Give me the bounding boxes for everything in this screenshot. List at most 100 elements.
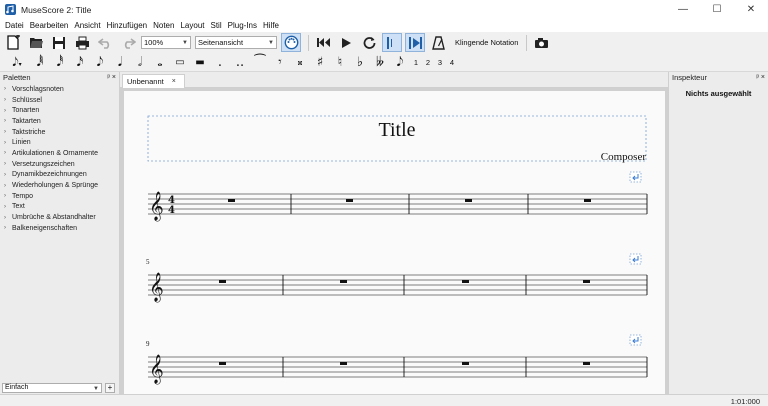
whole-rest[interactable] — [346, 199, 353, 202]
palette-item[interactable]: › Taktstriche — [0, 127, 119, 138]
workspace-select[interactable]: Einfach ▼ — [2, 382, 102, 393]
palette-item[interactable]: › Wiederholungen & Sprünge — [0, 180, 119, 191]
concert-pitch-toggle[interactable]: Klingende Notation — [455, 38, 518, 47]
score-tab[interactable]: Unbenannt × — [122, 74, 185, 88]
inspector-header-controls[interactable]: ᵖ × — [756, 74, 765, 81]
play-button[interactable] — [336, 33, 356, 52]
staff-system-1[interactable]: 𝄞 4 4 — [148, 191, 648, 221]
whole-rest[interactable] — [340, 280, 347, 283]
loop-in-out-button[interactable] — [382, 33, 402, 52]
chevron-right-icon: › — [4, 225, 6, 232]
whole-rest[interactable] — [465, 199, 472, 202]
loop-button[interactable] — [359, 33, 379, 52]
whole-rest[interactable] — [340, 362, 347, 365]
midi-input-button[interactable] — [281, 33, 301, 52]
palette-header-controls[interactable]: ᵖ × — [107, 74, 116, 81]
whole-rest[interactable] — [584, 199, 591, 202]
natural-button[interactable]: ♮ — [330, 53, 350, 71]
voice-3-button[interactable]: 3 — [434, 58, 446, 67]
palette-item[interactable]: › Tonarten — [0, 105, 119, 116]
whole-rest[interactable] — [228, 199, 235, 202]
palette-item[interactable]: › Schlüssel — [0, 95, 119, 106]
maximize-button[interactable]: ☐ — [700, 0, 734, 19]
staff-system-2[interactable]: 5 𝄞 — [146, 258, 648, 302]
flip-direction-button[interactable]: 𝅘𝅥𝅮 — [390, 53, 410, 71]
treble-clef-icon[interactable]: 𝄞 — [149, 354, 164, 384]
image-capture-button[interactable] — [531, 33, 551, 52]
duration-longa-button[interactable]: ▬ — [190, 53, 210, 71]
whole-rest[interactable] — [583, 362, 590, 365]
note-input-mode-button[interactable]: 𝅘𝅥𝅮▾ — [4, 53, 30, 71]
palette-item[interactable]: › Vorschlagsnoten — [0, 84, 119, 95]
treble-clef-icon[interactable]: 𝄞 — [149, 191, 164, 221]
system-break-icon[interactable] — [629, 253, 642, 265]
new-file-button[interactable] — [3, 33, 23, 52]
score-title[interactable]: Title — [378, 119, 415, 141]
treble-clef-icon[interactable]: 𝄞 — [149, 272, 164, 302]
double-sharp-button[interactable]: 𝄪 — [290, 53, 310, 71]
palette-item[interactable]: › Tempo — [0, 191, 119, 202]
pan-score-button[interactable] — [405, 33, 425, 52]
palette-item[interactable]: › Balkeneigenschaften — [0, 223, 119, 234]
menu-layout[interactable]: Layout — [177, 21, 207, 30]
duration-16th-button[interactable]: 𝅘𝅥𝅯 — [70, 53, 90, 71]
score-page[interactable]: Title Composer 𝄞 4 4 5 𝄞 9 𝄞 — [124, 91, 665, 394]
voice-4-button[interactable]: 4 — [446, 58, 458, 67]
minimize-button[interactable]: — — [666, 0, 700, 19]
print-button[interactable] — [72, 33, 92, 52]
dot-button[interactable]: . — [210, 53, 230, 71]
palette-item[interactable]: › Taktarten — [0, 116, 119, 127]
double-dot-button[interactable]: .. — [230, 53, 250, 71]
rewind-button[interactable] — [313, 33, 333, 52]
voice-2-button[interactable]: 2 — [422, 58, 434, 67]
time-signature-bottom[interactable]: 4 — [168, 205, 175, 216]
duration-half-button[interactable]: 𝅗𝅥 — [130, 53, 150, 71]
view-mode-select[interactable]: Seitenansicht ▼ — [195, 36, 277, 49]
palette-item[interactable]: › Versetzungszeichen — [0, 159, 119, 170]
flat-button[interactable]: ♭ — [350, 53, 370, 71]
whole-rest[interactable] — [583, 280, 590, 283]
menu-hinzufuegen[interactable]: Hinzufügen — [104, 21, 150, 30]
whole-rest[interactable] — [462, 362, 469, 365]
palette-item[interactable]: › Text — [0, 202, 119, 213]
duration-eighth-button[interactable]: 𝅘𝅥𝅮 — [90, 53, 110, 71]
menu-datei[interactable]: Datei — [2, 21, 27, 30]
metronome-button[interactable] — [428, 33, 448, 52]
double-flat-button[interactable]: 𝄫 — [370, 53, 390, 71]
staff-system-3[interactable]: 9 𝄞 — [146, 340, 648, 384]
system-break-icon[interactable] — [629, 334, 642, 346]
menu-bearbeiten[interactable]: Bearbeiten — [27, 21, 72, 30]
rest-button[interactable]: 𝄾 — [270, 53, 290, 71]
score-canvas[interactable]: Title Composer 𝄞 4 4 5 𝄞 9 𝄞 — [124, 91, 665, 394]
duration-whole-button[interactable]: 𝅝 — [150, 53, 170, 71]
add-workspace-button[interactable]: + — [105, 382, 115, 393]
palette-item[interactable]: › Artikulationen & Ornamente — [0, 148, 119, 159]
system-break-icon[interactable] — [629, 171, 642, 183]
menu-noten[interactable]: Noten — [150, 21, 177, 30]
zoom-select[interactable]: 100% ▼ — [141, 36, 191, 49]
redo-button[interactable] — [118, 33, 138, 52]
palette-item[interactable]: › Linien — [0, 137, 119, 148]
palette-item[interactable]: › Dynamikbezeichnungen — [0, 170, 119, 181]
duration-breve-button[interactable]: ▭ — [170, 53, 190, 71]
save-button[interactable] — [49, 33, 69, 52]
duration-32nd-button[interactable]: 𝅘𝅥𝅰 — [50, 53, 70, 71]
tie-button[interactable]: ⁀ — [250, 53, 270, 71]
open-button[interactable] — [26, 33, 46, 52]
menu-hilfe[interactable]: Hilfe — [260, 21, 282, 30]
undo-button[interactable] — [95, 33, 115, 52]
sharp-button[interactable]: ♯ — [310, 53, 330, 71]
duration-quarter-button[interactable]: 𝅘𝅥 — [110, 53, 130, 71]
menu-ansicht[interactable]: Ansicht — [71, 21, 103, 30]
menu-plugins[interactable]: Plug-Ins — [225, 21, 260, 30]
whole-rest[interactable] — [462, 280, 469, 283]
whole-rest[interactable] — [219, 362, 226, 365]
menu-stil[interactable]: Stil — [208, 21, 225, 30]
score-composer[interactable]: Composer — [601, 151, 647, 163]
duration-64th-button[interactable]: 𝅘𝅥𝅱 — [30, 53, 50, 71]
close-window-button[interactable]: ✕ — [734, 0, 768, 19]
close-tab-icon[interactable]: × — [172, 78, 176, 85]
whole-rest[interactable] — [219, 280, 226, 283]
voice-1-button[interactable]: 1 — [410, 58, 422, 67]
palette-item[interactable]: › Umbrüche & Abstandhalter — [0, 212, 119, 223]
